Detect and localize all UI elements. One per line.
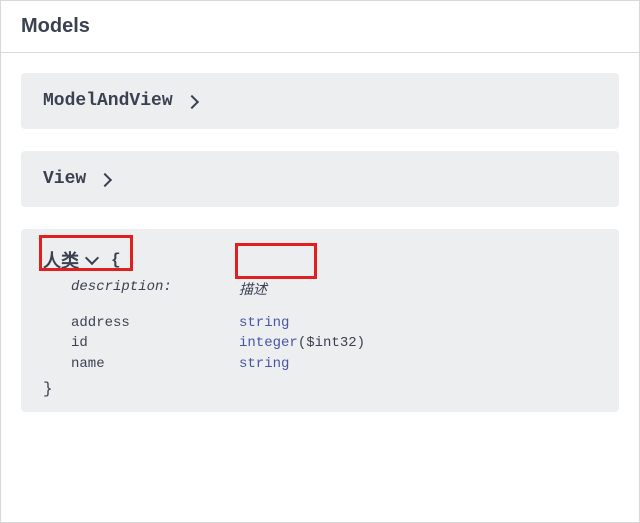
property-name: name — [71, 354, 239, 374]
models-panel: Models ModelAndView View 人类 { — [0, 0, 640, 523]
chevron-right-icon — [185, 95, 199, 109]
close-brace: } — [43, 380, 597, 398]
model-name-human: 人类 — [43, 247, 79, 273]
model-box-modelandview: ModelAndView — [21, 73, 619, 129]
open-brace: { — [111, 251, 121, 269]
model-box-human: 人类 { description: 描述 address string id — [21, 229, 619, 412]
models-header[interactable]: Models — [1, 0, 639, 53]
model-name-view: View — [43, 169, 86, 189]
description-key: description: — [71, 279, 239, 295]
model-details-human: description: 描述 address string id intege… — [43, 279, 597, 398]
chevron-down-icon — [85, 251, 99, 265]
description-value: 描述 — [239, 279, 267, 299]
model-name-modelandview: ModelAndView — [43, 91, 173, 111]
property-type: string — [239, 356, 289, 372]
property-type: string — [239, 315, 289, 331]
model-toggle-human[interactable]: 人类 { — [43, 247, 597, 273]
property-name: id — [71, 333, 239, 353]
models-body: ModelAndView View 人类 { description: — [1, 53, 639, 454]
models-title: Models — [21, 15, 90, 37]
property-row: address string — [71, 313, 597, 333]
property-format: ($int32) — [298, 335, 365, 351]
property-row: name string — [71, 354, 597, 374]
model-toggle-modelandview[interactable]: ModelAndView — [43, 91, 597, 111]
model-box-view: View — [21, 151, 619, 207]
chevron-right-icon — [98, 173, 112, 187]
property-row: id integer($int32) — [71, 333, 597, 353]
property-name: address — [71, 313, 239, 333]
model-toggle-view[interactable]: View — [43, 169, 597, 189]
description-row: description: 描述 — [71, 279, 597, 299]
property-type: integer — [239, 335, 298, 351]
